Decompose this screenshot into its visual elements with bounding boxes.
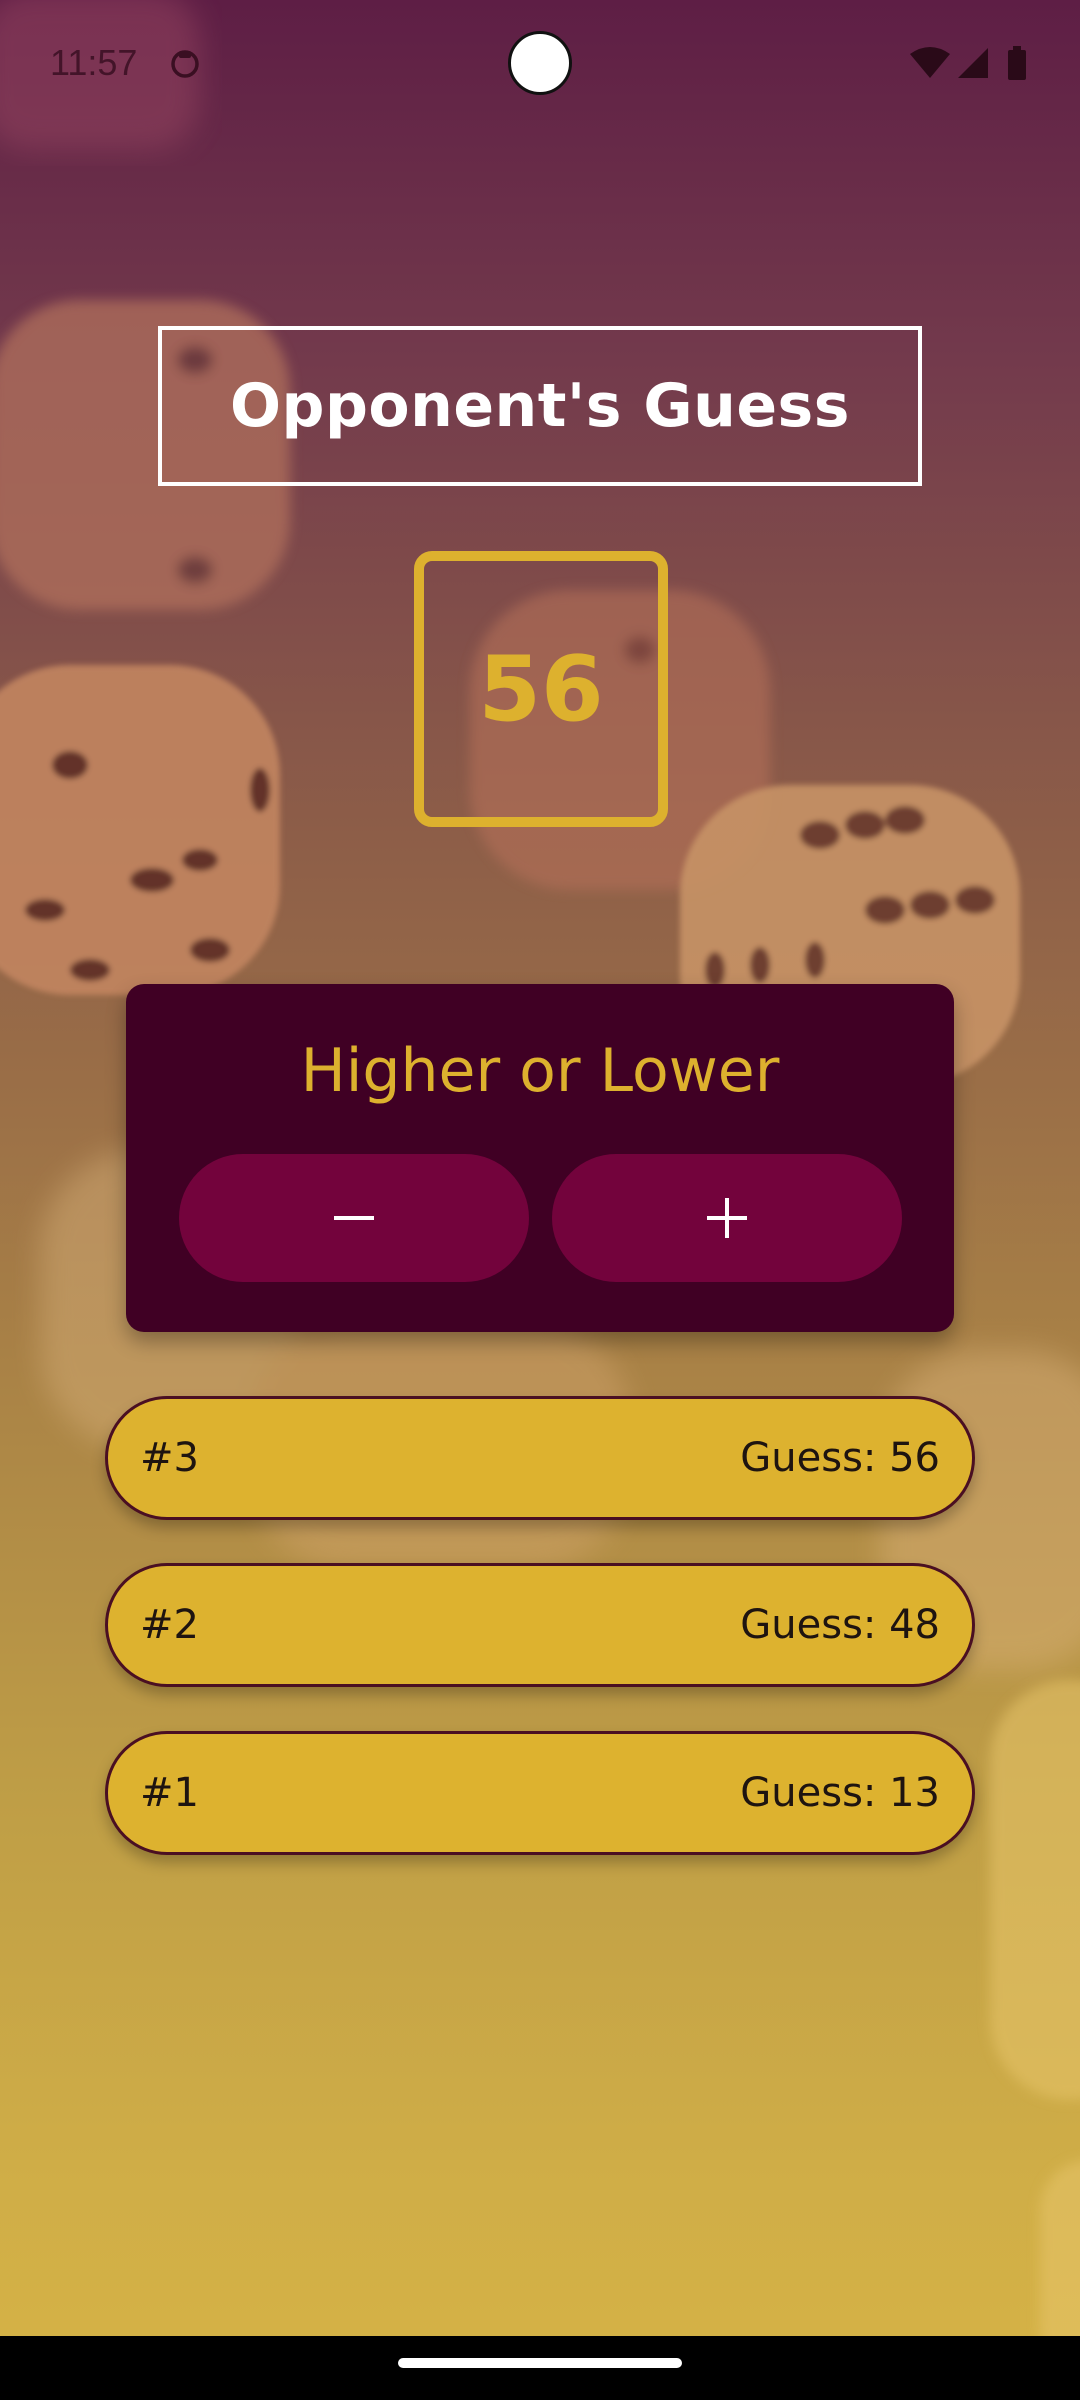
higher-lower-label: Higher or Lower — [300, 1036, 780, 1106]
navigation-bar — [0, 2336, 1080, 2400]
home-gesture-handle[interactable] — [398, 2358, 682, 2368]
higher-button[interactable] — [552, 1154, 902, 1282]
current-guess-box: 56 — [414, 551, 668, 827]
guess-value: Guess: 48 — [740, 1602, 940, 1648]
cellular-signal-icon — [958, 48, 988, 78]
guess-log-item: #3 Guess: 56 — [105, 1396, 975, 1520]
status-time: 11:57 — [50, 42, 138, 83]
lower-button[interactable] — [179, 1154, 529, 1282]
minus-icon — [334, 1216, 374, 1220]
guess-log-item: #2 Guess: 48 — [105, 1563, 975, 1687]
higher-lower-card: Higher or Lower — [126, 984, 954, 1332]
guess-round-number: #1 — [140, 1770, 199, 1816]
status-bar: 11:57 — [0, 0, 1080, 130]
title-box: Opponent's Guess — [158, 326, 922, 486]
guess-value: Guess: 13 — [740, 1770, 940, 1816]
guess-log-item: #1 Guess: 13 — [105, 1731, 975, 1855]
guess-round-number: #2 — [140, 1602, 199, 1648]
plus-icon — [707, 1198, 747, 1238]
current-guess-number: 56 — [478, 636, 604, 742]
page-title: Opponent's Guess — [230, 371, 850, 441]
app-notification-icon — [171, 50, 199, 78]
battery-icon — [1008, 46, 1026, 80]
status-icons — [910, 46, 1026, 80]
guess-round-number: #3 — [140, 1435, 199, 1481]
guess-value: Guess: 56 — [740, 1435, 940, 1481]
wifi-icon — [910, 47, 950, 78]
camera-cutout — [508, 31, 572, 95]
